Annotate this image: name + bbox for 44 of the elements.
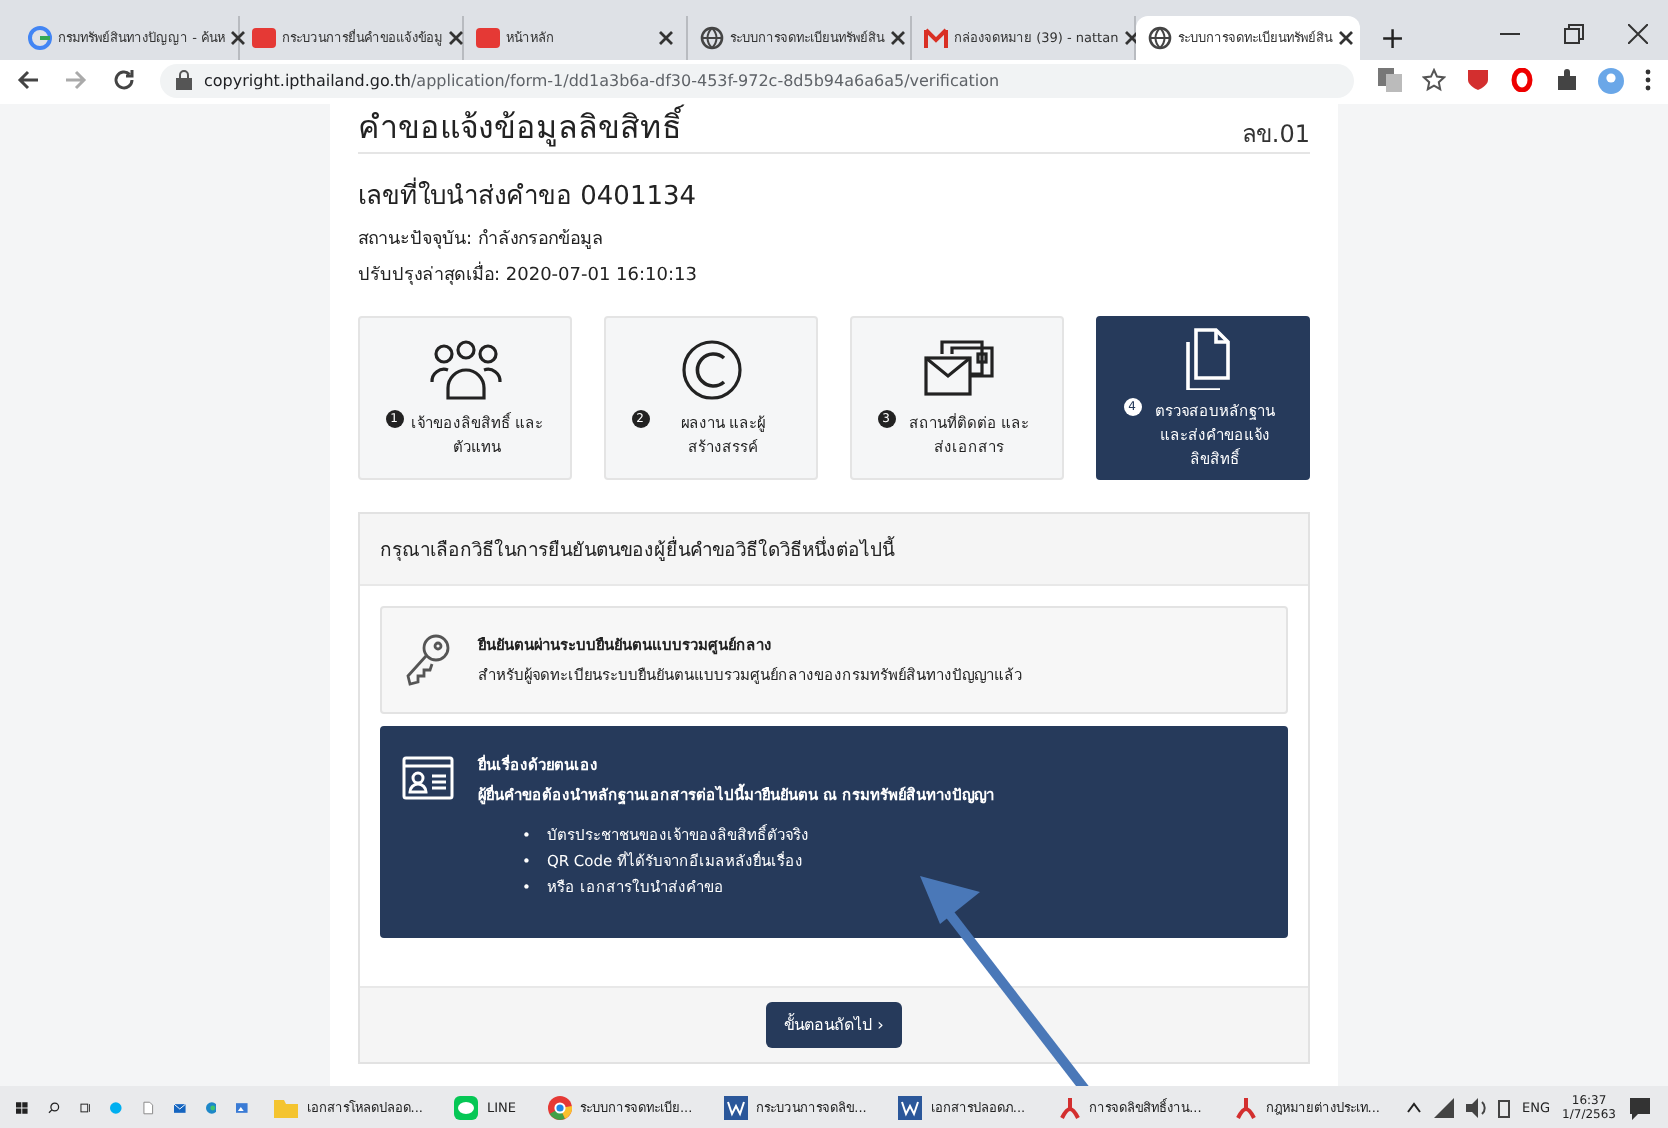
lock-icon <box>176 70 192 90</box>
network-icon[interactable] <box>1434 1097 1455 1117</box>
close-icon[interactable] <box>230 30 247 46</box>
form-code: ลข.01 <box>1241 122 1310 148</box>
pdf-icon <box>1057 1095 1082 1119</box>
address-field[interactable]: copyright.ipthailand.go.th/application/form-1/dd1a3b6a-df30-453f-972c-8d5b94a6a6a5/verification <box>160 63 1354 97</box>
shield-icon[interactable] <box>1466 68 1490 92</box>
more-icon[interactable] <box>1644 68 1652 92</box>
status-text: สถานะปัจจุบัน: กำลังกรอกข้อมูล <box>358 227 606 252</box>
battery-icon[interactable] <box>1498 1097 1511 1117</box>
people-icon <box>425 338 505 402</box>
mail-icon <box>924 26 948 50</box>
request-number: เลขที่ใบนำส่งคำขอ 0401134 <box>358 174 1310 216</box>
page-title: คำขอแจ้งข้อมูลลิขสิทธิ์ <box>358 108 682 148</box>
chat-icon <box>454 1095 479 1119</box>
volume-icon[interactable] <box>1466 1097 1487 1117</box>
reload-icon[interactable] <box>112 68 136 92</box>
restore-icon[interactable] <box>1564 24 1584 44</box>
document-icon <box>724 1095 749 1119</box>
globe-icon <box>1148 26 1172 50</box>
logo-icon <box>476 26 500 50</box>
translate-icon[interactable] <box>1378 68 1402 92</box>
document-icon <box>898 1095 923 1119</box>
chevron-up-icon[interactable] <box>1406 1101 1423 1113</box>
close-icon[interactable] <box>658 30 674 46</box>
new-tab-button[interactable]: + <box>1360 16 1426 60</box>
pdf-icon <box>1233 1095 1258 1119</box>
panel-header: กรุณาเลือกวิธีในการยืนยันตนของผู้ยื่นคำขอวิธีใดวิธีหนึ่งต่อไปนี้ <box>360 514 1308 586</box>
close-icon[interactable] <box>1628 24 1648 44</box>
globe-icon <box>700 26 724 50</box>
next-step-button[interactable]: ขั้นตอนถัดไป › <box>766 1002 902 1048</box>
puzzle-icon[interactable] <box>1554 68 1578 92</box>
key-icon <box>402 632 454 688</box>
back-icon[interactable] <box>16 68 40 92</box>
star-icon[interactable] <box>1422 68 1446 92</box>
close-icon[interactable] <box>1338 30 1354 46</box>
close-icon[interactable] <box>1124 30 1141 46</box>
folder-icon <box>274 1095 299 1119</box>
notification-icon[interactable] <box>1628 1095 1652 1119</box>
logo-icon <box>252 26 276 50</box>
updated-text: ปรับปรุงล่าสุดเมื่อ: 2020-07-01 16:10:13 <box>358 260 1310 288</box>
close-icon[interactable] <box>890 30 906 46</box>
browser-icon <box>547 1095 572 1119</box>
close-icon[interactable] <box>448 30 464 46</box>
